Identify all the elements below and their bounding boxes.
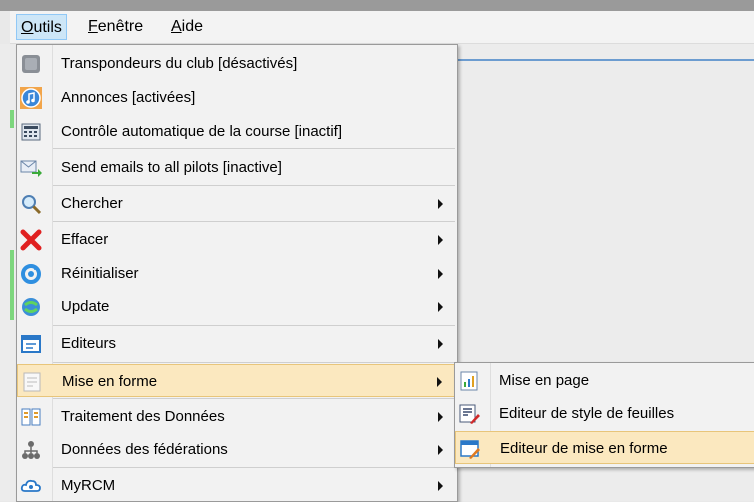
- submenu-item-editeur-mise-en-forme[interactable]: Editeur de mise en forme: [455, 431, 754, 464]
- menu-item-label: MyRCM: [61, 477, 116, 494]
- menu-separator: [53, 325, 455, 326]
- background-green-marker: [10, 110, 14, 128]
- menu-item-label: Annonces [activées]: [61, 89, 196, 106]
- menu-separator: [53, 185, 455, 186]
- menu-item-label: Mise en forme: [62, 373, 158, 390]
- music-note-icon: [20, 87, 42, 109]
- menu-item-transpondeurs[interactable]: Transpondeurs du club [désactivés]: [17, 47, 457, 80]
- menu-item-label: Données des fédérations: [61, 441, 228, 458]
- submenu-arrow-icon: [438, 269, 443, 279]
- menu-item-mise-en-forme[interactable]: Mise en forme: [17, 364, 457, 397]
- cloud-icon: [20, 479, 41, 492]
- style-editor-icon: [459, 404, 480, 424]
- menu-item-label: Editeurs: [61, 335, 117, 352]
- menu-item-label: Mise en page: [499, 372, 590, 389]
- menu-bar: Outils Fenêtre Aide: [10, 11, 754, 44]
- red-x-icon: [20, 229, 42, 251]
- submenu-arrow-icon: [438, 481, 443, 491]
- menu-fenetre[interactable]: Fenêtre: [84, 14, 147, 40]
- window-top-strip: [0, 0, 754, 11]
- menu-item-editeurs[interactable]: Editeurs: [17, 327, 457, 360]
- submenu-arrow-icon: [438, 445, 443, 455]
- menu-item-label: Réinitialiser: [61, 265, 139, 282]
- menu-item-effacer[interactable]: Effacer: [17, 223, 457, 256]
- menu-item-label: Transpondeurs du club [désactivés]: [61, 55, 298, 72]
- menu-separator: [53, 362, 455, 363]
- menu-item-label: Send emails to all pilots [inactive]: [61, 159, 282, 176]
- menu-item-label: Chercher: [61, 195, 123, 212]
- menu-item-update[interactable]: Update: [17, 290, 457, 323]
- menu-item-label: Contrôle automatique de la course [inact…: [61, 123, 342, 140]
- data-processing-icon: [21, 408, 41, 426]
- update-globe-icon: [22, 298, 40, 316]
- submenu-arrow-icon: [438, 412, 443, 422]
- menu-outils-label: utils: [33, 19, 62, 36]
- menu-separator: [53, 148, 455, 149]
- menu-aide-mnemonic: A: [171, 18, 182, 35]
- submenu-item-editeur-style-feuilles[interactable]: Editeur de style de feuilles: [455, 397, 754, 430]
- refresh-icon: [21, 264, 41, 284]
- background-green-marker: [10, 250, 14, 320]
- menu-item-chercher[interactable]: Chercher: [17, 187, 457, 220]
- page-chart-icon: [460, 371, 478, 391]
- menu-separator: [53, 398, 455, 399]
- submenu-arrow-icon: [438, 235, 443, 245]
- submenu-arrow-icon: [438, 339, 443, 349]
- layout-page-icon: [23, 372, 41, 392]
- submenu-arrow-icon: [438, 199, 443, 209]
- menu-outils[interactable]: Outils: [16, 14, 67, 40]
- menu-item-traitement-donnees[interactable]: Traitement des Données: [17, 400, 457, 433]
- menu-aide[interactable]: Aide: [167, 14, 207, 40]
- menu-outils-mnemonic: O: [21, 19, 34, 36]
- transponder-icon: [22, 55, 40, 73]
- menu-item-label: Editeur de mise en forme: [500, 440, 668, 457]
- menu-fenetre-label: enêtre: [97, 18, 144, 35]
- mise-en-forme-submenu: Mise en page Editeur de style de feuille…: [454, 362, 754, 468]
- email-send-icon: [20, 160, 42, 177]
- layout-editor-icon: [460, 440, 480, 459]
- menu-item-send-emails[interactable]: Send emails to all pilots [inactive]: [17, 151, 457, 184]
- submenu-item-mise-en-page[interactable]: Mise en page: [455, 364, 754, 397]
- menu-item-annonces[interactable]: Annonces [activées]: [17, 81, 457, 114]
- federation-hierarchy-icon: [22, 441, 40, 459]
- magnifier-icon: [22, 195, 42, 215]
- menu-item-reinitialiser[interactable]: Réinitialiser: [17, 257, 457, 290]
- menu-separator: [53, 221, 455, 222]
- workspace-divider: [457, 59, 754, 61]
- menu-item-donnees-federations[interactable]: Données des fédérations: [17, 433, 457, 466]
- menu-item-label: Traitement des Données: [61, 408, 225, 425]
- editor-window-icon: [21, 335, 41, 353]
- menu-separator: [53, 467, 455, 468]
- menu-item-myrcm[interactable]: MyRCM: [17, 469, 457, 502]
- submenu-arrow-icon: [438, 302, 443, 312]
- menu-item-label: Effacer: [61, 231, 109, 248]
- menu-fenetre-mnemonic: F: [88, 18, 98, 35]
- menu-aide-label: ide: [181, 18, 204, 35]
- menu-item-controle-auto[interactable]: Contrôle automatique de la course [inact…: [17, 115, 457, 148]
- outils-dropdown-menu: Transpondeurs du club [désactivés] Annon…: [16, 44, 458, 502]
- menu-item-label: Update: [61, 298, 110, 315]
- submenu-arrow-icon: [437, 377, 442, 387]
- menu-item-label: Editeur de style de feuilles: [499, 405, 675, 422]
- calculator-icon: [21, 123, 41, 141]
